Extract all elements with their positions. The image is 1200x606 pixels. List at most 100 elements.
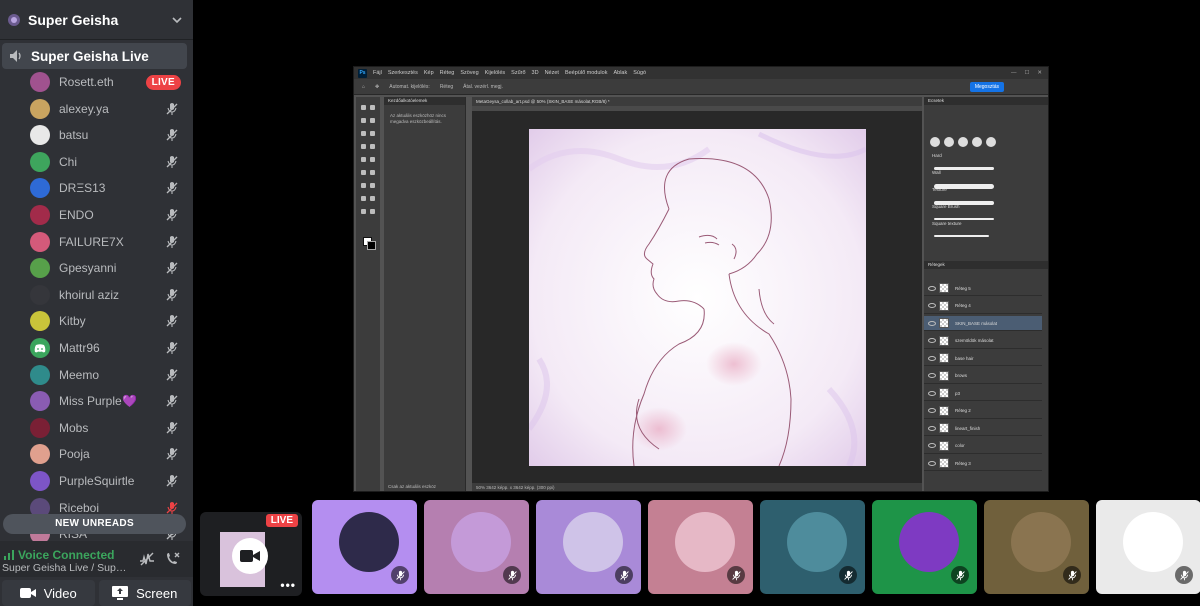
avatar [30, 98, 50, 119]
ps-layer-row: Réteg 3 [924, 456, 1042, 471]
more-options-icon[interactable]: ••• [280, 578, 296, 592]
eye-icon [928, 443, 936, 448]
ps-menu-item: Réteg [439, 70, 455, 76]
voice-user-row[interactable]: Gpesyanni [0, 256, 193, 280]
server-header[interactable]: Super Geisha [0, 0, 193, 40]
mic-muted-icon[interactable] [165, 474, 179, 488]
voice-user-row[interactable]: Meemo [0, 363, 193, 387]
screen-label: Screen [136, 585, 178, 601]
brush-presets [930, 137, 996, 147]
participant-tile[interactable] [648, 500, 753, 594]
participant-avatar [675, 512, 735, 572]
voice-user-row[interactable]: Miss Purple 💜 [0, 389, 193, 413]
ps-option-layer: Réteg [439, 83, 454, 90]
channel-name: Super Geisha Live [31, 48, 149, 64]
avatar [30, 391, 50, 412]
ps-menu-item: Szöveg [460, 70, 479, 76]
ps-tool-icon [361, 157, 366, 162]
mic-muted-icon[interactable] [165, 128, 179, 142]
maximize-icon: ☐ [1024, 70, 1030, 76]
ps-tool-icon [361, 196, 366, 201]
ps-share-button: Megosztás [969, 81, 1004, 92]
ps-layer-row: SKIN_BASE másolat [924, 316, 1042, 331]
voice-user-row[interactable]: PurpleSquirtle [0, 469, 193, 493]
voice-user-row[interactable]: FAILURE7X [0, 230, 193, 254]
user-name: batsu [59, 128, 89, 143]
user-name: Rosett.eth [59, 75, 114, 89]
mic-muted-icon[interactable] [165, 288, 179, 302]
voice-user-row[interactable]: batsu [0, 123, 193, 147]
stream-viewer[interactable]: Ps Fájl Szerkesztés Kép Réteg Szöveg Kijelölé… [193, 0, 1200, 497]
disconnect-icon[interactable] [164, 551, 180, 567]
mic-muted-icon[interactable] [165, 261, 179, 275]
mic-muted-icon [391, 566, 409, 584]
noise-suppression-icon[interactable] [139, 551, 155, 567]
voice-user-row[interactable]: Chi [0, 150, 193, 174]
avatar [30, 205, 50, 225]
ps-panel-message: Az aktuális eszközhöz nincs megadva eszk… [390, 113, 447, 124]
voice-user-row[interactable]: Pooja [0, 442, 193, 466]
participant-tile[interactable] [424, 500, 529, 594]
eye-icon [928, 373, 936, 378]
mic-muted-icon[interactable] [165, 341, 179, 355]
mic-muted-icon[interactable] [165, 235, 179, 249]
layer-name: Réteg 2 [955, 408, 971, 413]
discord-logo-icon [34, 343, 46, 352]
participant-tile[interactable] [872, 500, 977, 594]
mic-muted-icon[interactable] [165, 421, 179, 435]
mic-muted-icon [1175, 566, 1193, 584]
voice-user-row[interactable]: Mattr96 [0, 336, 193, 360]
mic-muted-icon[interactable] [165, 181, 179, 195]
participant-tile[interactable] [984, 500, 1089, 594]
mic-muted-icon[interactable] [165, 501, 179, 515]
brush-category: Square texture [932, 221, 962, 226]
mic-muted-icon[interactable] [165, 394, 179, 408]
ps-menu-item: 3D [531, 70, 539, 76]
voice-status[interactable]: Voice Connected [4, 548, 114, 562]
new-unreads-button[interactable]: NEW UNREADS [3, 514, 186, 534]
eye-icon [928, 285, 936, 291]
stream-preview-tile[interactable]: LIVE ••• [200, 512, 302, 596]
video-button[interactable]: Video [2, 580, 95, 606]
participant-avatar [1011, 512, 1071, 572]
voice-user-row[interactable]: khoirul aziz [0, 283, 193, 307]
server-name: Super Geisha [28, 11, 119, 28]
ps-layer-row: base hair [924, 351, 1042, 366]
voice-user-row[interactable]: Rosett.eth LIVE [0, 70, 193, 94]
user-name: khoirul aziz [59, 287, 120, 302]
voice-user-row[interactable]: DRΞS13 [0, 176, 193, 200]
participant-tile[interactable] [536, 500, 641, 594]
chevron-down-icon[interactable] [171, 14, 183, 26]
participant-tile[interactable] [760, 500, 865, 594]
brush-stroke-preview [934, 235, 989, 237]
ps-toolbar [356, 97, 380, 491]
mic-muted-icon[interactable] [165, 155, 179, 169]
participant-tile[interactable] [1096, 500, 1200, 594]
voice-user-row[interactable]: alexey.ya [0, 97, 193, 121]
avatar [30, 125, 50, 146]
mic-muted-icon[interactable] [165, 102, 179, 116]
participant-tile[interactable] [312, 500, 417, 594]
participant-tiles: LIVE ••• [193, 497, 1200, 606]
mic-muted-icon[interactable] [165, 368, 179, 382]
ps-tool-icon [361, 144, 366, 149]
photoshop-logo-icon: Ps [358, 68, 367, 78]
ps-tool-icon [370, 144, 375, 149]
voice-user-row[interactable]: Mobs [0, 416, 193, 440]
ps-window-controls: — ☐ ✕ [1011, 70, 1048, 76]
avatar [30, 231, 50, 252]
voice-channel-super-geisha-live[interactable]: Super Geisha Live [2, 43, 187, 69]
layer-thumbnail [939, 300, 949, 311]
mic-muted-icon[interactable] [165, 314, 179, 328]
eye-icon [928, 338, 936, 343]
voice-user-row[interactable]: ENDO [0, 203, 193, 227]
voice-channel-path[interactable]: Super Geisha Live / Super Geisha [2, 562, 128, 574]
mic-muted-icon[interactable] [165, 208, 179, 222]
avatar [30, 151, 50, 172]
layer-name: SKIN_BASE másolat [955, 320, 998, 326]
layer-name: brows [955, 373, 968, 378]
voice-user-row[interactable]: Kitby [0, 309, 193, 333]
ps-layers-panel-title: Rétegek [924, 261, 1048, 269]
screen-share-button[interactable]: Screen [98, 580, 191, 606]
mic-muted-icon[interactable] [165, 447, 179, 461]
